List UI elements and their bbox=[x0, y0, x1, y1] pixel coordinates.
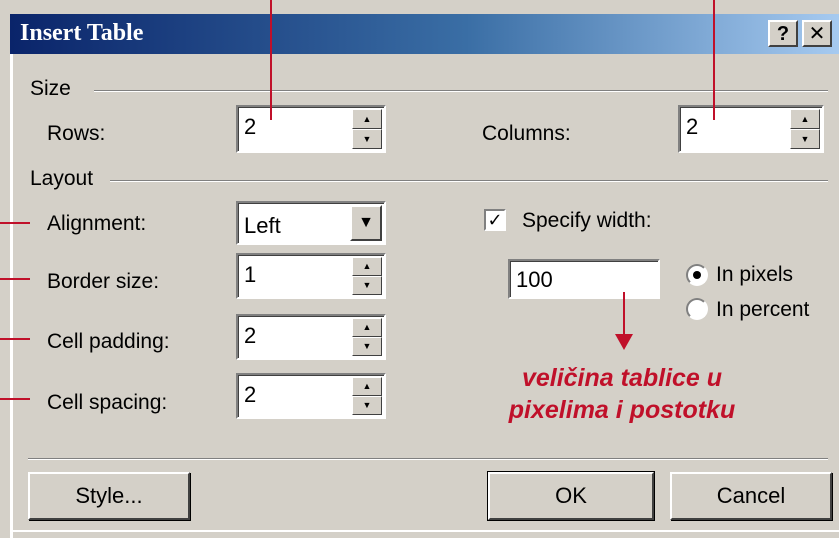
annotation-text: veličina tablice u pixelima i postotku bbox=[484, 362, 760, 426]
cancel-button[interactable]: Cancel bbox=[670, 472, 832, 520]
cancel-button-label: Cancel bbox=[716, 483, 786, 508]
in-pixels-label: In pixels bbox=[716, 263, 794, 286]
cell-padding-label: Cell padding: bbox=[47, 330, 170, 353]
style-button-label: Style... bbox=[75, 483, 143, 508]
cell-spacing-stepper[interactable]: 2 ▲ ▼ bbox=[236, 373, 386, 419]
cell-padding-decrement-button[interactable]: ▼ bbox=[352, 337, 382, 356]
cell-spacing-label: Cell spacing: bbox=[47, 391, 168, 414]
border-size-spin: ▲ ▼ bbox=[352, 257, 382, 295]
columns-increment-button[interactable]: ▲ bbox=[790, 109, 820, 129]
border-size-value[interactable]: 1 bbox=[244, 262, 256, 288]
arrow-up-icon: ▲ bbox=[362, 381, 372, 391]
rows-spin: ▲ ▼ bbox=[352, 109, 382, 149]
cell-padding-stepper[interactable]: 2 ▲ ▼ bbox=[236, 314, 386, 360]
annotation-pointer bbox=[0, 398, 30, 400]
close-button[interactable]: ✕ bbox=[802, 20, 832, 47]
columns-decrement-button[interactable]: ▼ bbox=[790, 129, 820, 149]
dialog-title: Insert Table bbox=[20, 20, 144, 46]
arrow-up-icon: ▲ bbox=[362, 113, 372, 124]
rows-label: Rows: bbox=[47, 122, 106, 145]
alignment-value[interactable]: Left bbox=[244, 213, 281, 239]
annotation-line-1: veličina tablice u bbox=[521, 364, 723, 392]
style-button[interactable]: Style... bbox=[28, 472, 190, 520]
arrow-down-icon bbox=[615, 334, 633, 350]
arrow-down-icon: ▼ bbox=[362, 280, 372, 290]
border-size-increment-button[interactable]: ▲ bbox=[352, 257, 382, 276]
cell-spacing-value[interactable]: 2 bbox=[244, 382, 256, 408]
cell-spacing-spin: ▲ ▼ bbox=[352, 377, 382, 415]
rows-stepper[interactable]: 2 ▲ ▼ bbox=[236, 105, 386, 153]
help-icon: ? bbox=[776, 22, 790, 45]
arrow-down-icon: ▼ bbox=[362, 341, 372, 351]
annotation-pointer bbox=[0, 338, 30, 340]
checkmark-icon: ✓ bbox=[487, 210, 503, 230]
in-pixels-radio[interactable] bbox=[686, 264, 708, 286]
border-size-stepper[interactable]: 1 ▲ ▼ bbox=[236, 253, 386, 299]
radio-selected-dot bbox=[693, 271, 701, 279]
annotation-line-2: pixelima i postotku bbox=[508, 396, 736, 424]
ok-button[interactable]: OK bbox=[487, 471, 655, 521]
arrow-down-icon: ▼ bbox=[362, 133, 372, 144]
chevron-down-icon: ▼ bbox=[358, 214, 374, 231]
arrow-down-icon: ▼ bbox=[800, 133, 810, 144]
arrow-up-icon: ▲ bbox=[362, 322, 372, 332]
size-group-line bbox=[94, 90, 828, 92]
annotation-arrow-shaft bbox=[623, 292, 625, 338]
annotation-pointer bbox=[713, 0, 715, 120]
in-percent-label: In percent bbox=[716, 298, 810, 321]
cell-spacing-increment-button[interactable]: ▲ bbox=[352, 377, 382, 396]
in-percent-radio[interactable] bbox=[686, 298, 708, 320]
help-button[interactable]: ? bbox=[768, 20, 798, 47]
close-icon: ✕ bbox=[808, 22, 826, 45]
border-size-decrement-button[interactable]: ▼ bbox=[352, 276, 382, 295]
dialog-frame bbox=[10, 54, 13, 538]
annotation-pointer bbox=[0, 222, 30, 224]
columns-spin: ▲ ▼ bbox=[790, 109, 820, 149]
layout-group-line bbox=[110, 180, 828, 182]
annotation-pointer bbox=[270, 0, 272, 120]
alignment-label: Alignment: bbox=[47, 212, 147, 235]
rows-value[interactable]: 2 bbox=[244, 114, 256, 140]
button-separator bbox=[28, 458, 828, 460]
width-value[interactable]: 100 bbox=[516, 267, 553, 293]
annotation-pointer bbox=[0, 278, 30, 280]
columns-label: Columns: bbox=[482, 122, 571, 145]
width-input[interactable]: 100 bbox=[508, 259, 660, 299]
cell-padding-value[interactable]: 2 bbox=[244, 323, 256, 349]
columns-value[interactable]: 2 bbox=[686, 114, 698, 140]
specify-width-checkbox[interactable]: ✓ bbox=[484, 209, 506, 231]
columns-stepper[interactable]: 2 ▲ ▼ bbox=[678, 105, 824, 153]
rows-increment-button[interactable]: ▲ bbox=[352, 109, 382, 129]
arrow-down-icon: ▼ bbox=[362, 400, 372, 410]
ok-button-label: OK bbox=[555, 483, 587, 508]
arrow-up-icon: ▲ bbox=[362, 261, 372, 271]
alignment-select[interactable]: Left ▼ bbox=[236, 201, 386, 245]
arrow-up-icon: ▲ bbox=[800, 113, 810, 124]
rows-decrement-button[interactable]: ▼ bbox=[352, 129, 382, 149]
cell-spacing-decrement-button[interactable]: ▼ bbox=[352, 396, 382, 415]
dialog-frame-bottom bbox=[10, 530, 839, 532]
cell-padding-increment-button[interactable]: ▲ bbox=[352, 318, 382, 337]
alignment-dropdown-button[interactable]: ▼ bbox=[350, 205, 382, 241]
cell-padding-spin: ▲ ▼ bbox=[352, 318, 382, 356]
border-size-label: Border size: bbox=[47, 270, 160, 293]
size-group-label: Size bbox=[30, 77, 71, 100]
layout-group-label: Layout bbox=[30, 167, 94, 190]
specify-width-label: Specify width: bbox=[522, 209, 652, 232]
